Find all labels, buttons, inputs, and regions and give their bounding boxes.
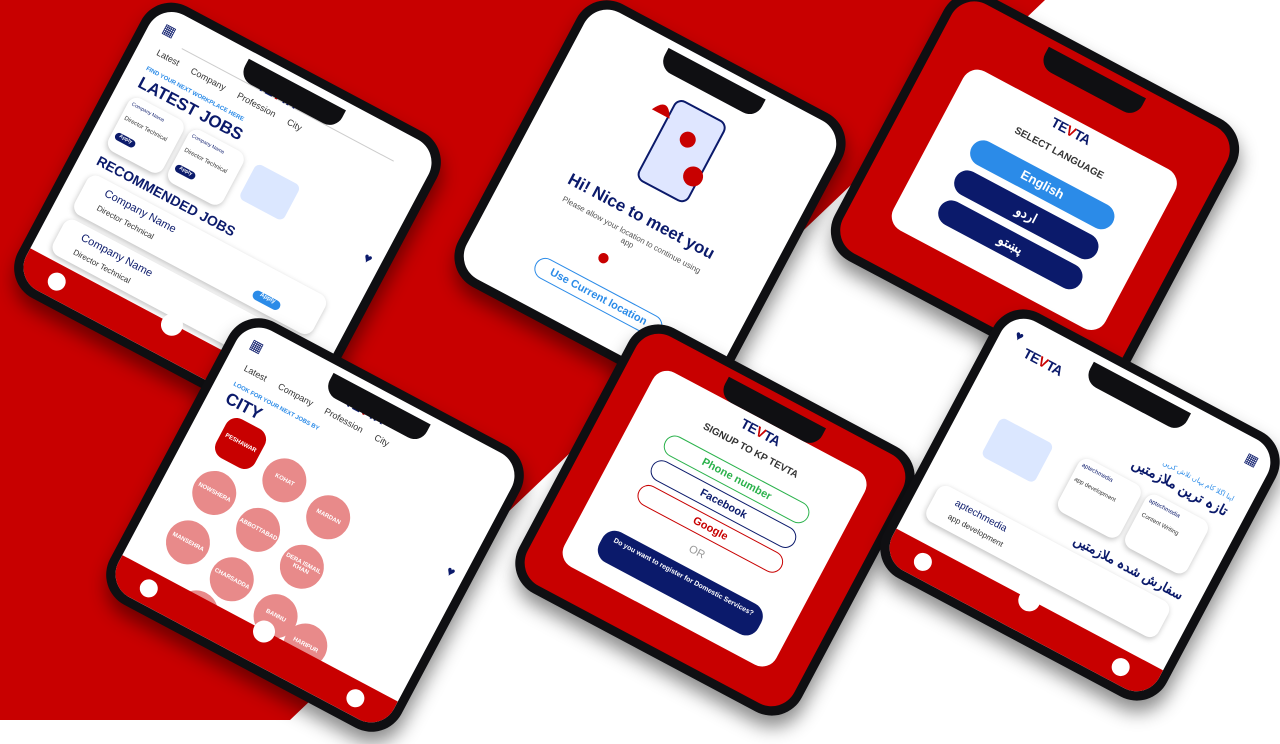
signup-card: TEVTA SIGNUP TO KP TEVTA Phone number Fa… bbox=[556, 365, 873, 673]
tab-city[interactable]: City bbox=[285, 117, 303, 133]
city-bubble-peshawar[interactable]: PESHAWAR bbox=[210, 413, 271, 474]
bell-icon[interactable] bbox=[343, 686, 368, 711]
bell-icon[interactable] bbox=[910, 549, 936, 575]
city-bubble-mansehra[interactable]: MANSEHRA bbox=[158, 512, 218, 573]
grid-menu-icon[interactable]: ▦ bbox=[1242, 449, 1261, 470]
city-bubble-abbottabad[interactable]: ABBOTTABAD bbox=[228, 500, 288, 560]
city-bubble-dera-ismail-khan[interactable]: DERA ISMAIL KHAN bbox=[272, 536, 332, 597]
grid-menu-icon[interactable]: ▦ bbox=[160, 20, 179, 41]
city-bubble-kohat[interactable]: KOHAT bbox=[254, 450, 315, 511]
tevta-logo: TEVTA bbox=[1020, 344, 1066, 379]
mail-icon[interactable] bbox=[44, 269, 69, 294]
city-bubble-mardan[interactable]: MARDAN bbox=[298, 487, 358, 548]
illustration bbox=[238, 162, 302, 222]
tab-city[interactable]: City bbox=[373, 432, 391, 448]
company-name: aptechmedia bbox=[1080, 462, 1114, 485]
illustration bbox=[980, 416, 1055, 484]
location-pin-icon: ● bbox=[591, 242, 617, 273]
mail-icon[interactable] bbox=[136, 576, 161, 601]
heart-icon[interactable]: ♥ bbox=[444, 562, 459, 580]
apply-button[interactable]: Apply bbox=[113, 131, 137, 149]
home-icon[interactable] bbox=[1014, 585, 1045, 616]
apply-button[interactable]: Apply bbox=[250, 288, 283, 312]
city-bubble-nowshera[interactable]: NOWSHERA bbox=[184, 463, 245, 523]
mail-icon[interactable] bbox=[1108, 654, 1133, 680]
tab-latest[interactable]: Latest bbox=[242, 363, 268, 383]
grid-menu-icon[interactable]: ▦ bbox=[247, 336, 266, 357]
heart-icon[interactable]: ♥ bbox=[361, 249, 376, 267]
heart-icon[interactable]: ♥ bbox=[1012, 327, 1027, 345]
tab-company[interactable]: Company bbox=[276, 381, 315, 408]
company-name: aptechmedia bbox=[1147, 498, 1181, 520]
tevta-logo: TEVTA bbox=[1048, 113, 1094, 148]
tab-latest[interactable]: Latest bbox=[155, 48, 181, 68]
apply-button[interactable]: Apply bbox=[173, 163, 197, 181]
